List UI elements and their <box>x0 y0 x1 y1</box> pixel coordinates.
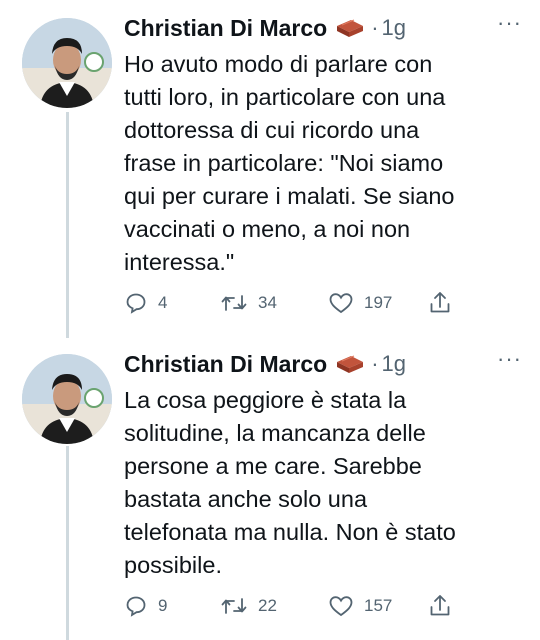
reply-icon <box>124 291 148 315</box>
author-name[interactable]: Christian Di Marco <box>124 351 327 378</box>
share-button[interactable] <box>428 289 452 317</box>
timestamp[interactable]: 1g <box>382 351 406 377</box>
retweet-icon <box>220 594 248 618</box>
like-button[interactable]: 197 <box>328 289 392 317</box>
like-icon <box>328 594 354 618</box>
separator: · <box>371 15 379 40</box>
reply-count: 9 <box>158 596 168 615</box>
retweet-count: 34 <box>258 293 277 312</box>
more-icon[interactable]: ··· <box>497 10 522 36</box>
reply-icon <box>124 594 148 618</box>
like-icon <box>328 291 354 315</box>
tweet[interactable]: Christian Di Marco · 1g ··· Ho avuto mod… <box>0 8 540 328</box>
timestamp[interactable]: 1g <box>382 15 406 41</box>
action-bar: 4 34 197 <box>124 289 484 317</box>
tweet-header: Christian Di Marco · 1g <box>124 344 406 384</box>
author-name[interactable]: Christian Di Marco <box>124 15 327 42</box>
reply-button[interactable]: 9 <box>124 592 167 620</box>
tweet-text: La cosa peggiore è stata la solitudine, … <box>124 387 456 578</box>
retweet-icon <box>220 291 248 315</box>
like-count: 157 <box>364 596 393 615</box>
retweet-button[interactable]: 22 <box>220 592 277 620</box>
share-icon <box>428 593 452 619</box>
tweet-header: Christian Di Marco · 1g <box>124 8 406 48</box>
brick-emoji-icon <box>335 352 365 376</box>
avatar[interactable] <box>22 354 112 444</box>
reply-count: 4 <box>158 293 168 312</box>
tweet-text: Ho avuto modo di parlare con tutti loro,… <box>124 51 455 275</box>
reply-button[interactable]: 4 <box>124 289 167 317</box>
share-button[interactable] <box>428 592 452 620</box>
tweet[interactable]: Christian Di Marco · 1g ··· La cosa pegg… <box>0 344 540 640</box>
more-icon[interactable]: ··· <box>497 346 522 372</box>
avatar[interactable] <box>22 18 112 108</box>
brick-emoji-icon <box>335 16 365 40</box>
retweet-button[interactable]: 34 <box>220 289 277 317</box>
retweet-count: 22 <box>258 596 277 615</box>
like-count: 197 <box>364 293 393 312</box>
share-icon <box>428 290 452 316</box>
separator: · <box>371 351 379 376</box>
action-bar: 9 22 157 <box>124 592 484 620</box>
like-button[interactable]: 157 <box>328 592 392 620</box>
